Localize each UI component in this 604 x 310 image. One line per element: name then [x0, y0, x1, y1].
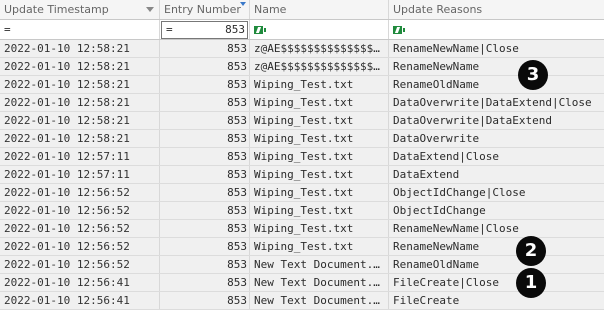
cell-update-reasons[interactable]: ObjectIdChange	[389, 202, 604, 219]
table-row[interactable]: 2022-01-10 12:56:52 853 New Text Document.…	[0, 256, 604, 274]
cell-name[interactable]: z@AE$$$$$$$$$$$$$$$$$$$$	[250, 40, 389, 57]
cell-name[interactable]: Wiping_Test.txt	[250, 130, 389, 147]
cell-timestamp[interactable]: 2022-01-10 12:56:52	[0, 256, 160, 273]
cell-name[interactable]: New Text Document.txt	[250, 274, 389, 291]
cell-timestamp[interactable]: 2022-01-10 12:57:11	[0, 166, 160, 183]
column-header-entry-number[interactable]: Entry Number	[160, 0, 250, 19]
cell-entry-number[interactable]: 853	[160, 40, 250, 57]
callout-marker-1: 1	[516, 268, 546, 298]
filter-entry-number-input[interactable]: = 853	[161, 21, 248, 39]
filter-entry-number[interactable]: = 853	[160, 20, 250, 39]
cell-timestamp[interactable]: 2022-01-10 12:58:21	[0, 58, 160, 75]
cell-timestamp[interactable]: 2022-01-10 12:58:21	[0, 76, 160, 93]
table-row[interactable]: 2022-01-10 12:57:11 853 Wiping_Test.txt Dat…	[0, 166, 604, 184]
cell-update-reasons[interactable]: RenameNewName|Close	[389, 220, 604, 237]
sort-descending-icon	[240, 2, 246, 6]
cell-timestamp[interactable]: 2022-01-10 12:56:52	[0, 202, 160, 219]
filter-row: = = 853	[0, 20, 604, 40]
column-header-name[interactable]: Name	[250, 0, 389, 19]
cell-entry-number[interactable]: 853	[160, 274, 250, 291]
cell-update-reasons[interactable]: DataOverwrite|DataExtend|Close	[389, 94, 604, 111]
cell-timestamp[interactable]: 2022-01-10 12:58:21	[0, 40, 160, 57]
cell-name[interactable]: Wiping_Test.txt	[250, 184, 389, 201]
cell-name[interactable]: New Text Document.txt	[250, 256, 389, 273]
cell-name[interactable]: Wiping_Test.txt	[250, 202, 389, 219]
cell-name[interactable]: Wiping_Test.txt	[250, 148, 389, 165]
cell-update-reasons[interactable]: RenameOldName	[389, 256, 604, 273]
table-row[interactable]: 2022-01-10 12:58:21 853 Wiping_Test.txt Dat…	[0, 112, 604, 130]
callout-marker-3: 3	[518, 60, 548, 90]
cell-name[interactable]: Wiping_Test.txt	[250, 94, 389, 111]
cell-entry-number[interactable]: 853	[160, 130, 250, 147]
cell-update-reasons[interactable]: RenameNewName	[389, 238, 604, 255]
filter-timestamp[interactable]: =	[0, 20, 160, 39]
cell-entry-number[interactable]: 853	[160, 202, 250, 219]
cell-update-reasons[interactable]: RenameNewName|Close	[389, 40, 604, 57]
filter-timestamp-operator[interactable]: =	[4, 23, 11, 36]
cell-timestamp[interactable]: 2022-01-10 12:58:21	[0, 94, 160, 111]
cell-timestamp[interactable]: 2022-01-10 12:58:21	[0, 112, 160, 129]
group-dropdown-icon[interactable]	[146, 7, 154, 12]
table-row[interactable]: 2022-01-10 12:58:21 853 z@AE$$$$$$$$$$$$$$…	[0, 58, 604, 76]
cell-timestamp[interactable]: 2022-01-10 12:56:52	[0, 220, 160, 237]
cell-update-reasons[interactable]: DataExtend	[389, 166, 604, 183]
column-header-row: Update Timestamp Entry Number Name Updat…	[0, 0, 604, 20]
cell-timestamp[interactable]: 2022-01-10 12:56:52	[0, 184, 160, 201]
table-row[interactable]: 2022-01-10 12:58:21 853 Wiping_Test.txt Dat…	[0, 94, 604, 112]
cell-name[interactable]: Wiping_Test.txt	[250, 238, 389, 255]
table-row[interactable]: 2022-01-10 12:56:41 853 New Text Document.…	[0, 292, 604, 310]
table-row[interactable]: 2022-01-10 12:56:52 853 Wiping_Test.txt Obj…	[0, 202, 604, 220]
filter-entry-number-operator[interactable]: =	[166, 22, 173, 38]
column-header-update-reasons[interactable]: Update Reasons	[389, 0, 604, 19]
filter-entry-number-value[interactable]: 853	[225, 22, 245, 38]
cell-entry-number[interactable]: 853	[160, 112, 250, 129]
table-row[interactable]: 2022-01-10 12:58:21 853 Wiping_Test.txt Dat…	[0, 130, 604, 148]
cell-update-reasons[interactable]: RenameNewName	[389, 58, 604, 75]
cell-name[interactable]: z@AE$$$$$$$$$$$$$$$$$$$$	[250, 58, 389, 75]
table-row[interactable]: 2022-01-10 12:56:52 853 Wiping_Test.txt Ren…	[0, 238, 604, 256]
excel-filter-icon[interactable]	[393, 26, 405, 34]
cell-name[interactable]: Wiping_Test.txt	[250, 112, 389, 129]
table-row[interactable]: 2022-01-10 12:58:21 853 Wiping_Test.txt Ren…	[0, 76, 604, 94]
column-header-entry-number-label: Entry Number	[164, 3, 241, 16]
usn-journal-grid: Update Timestamp Entry Number Name Updat…	[0, 0, 604, 310]
column-header-timestamp[interactable]: Update Timestamp	[0, 0, 160, 19]
cell-entry-number[interactable]: 853	[160, 184, 250, 201]
cell-entry-number[interactable]: 853	[160, 148, 250, 165]
cell-entry-number[interactable]: 853	[160, 166, 250, 183]
cell-entry-number[interactable]: 853	[160, 76, 250, 93]
table-row[interactable]: 2022-01-10 12:58:21 853 z@AE$$$$$$$$$$$$$$…	[0, 40, 604, 58]
cell-update-reasons[interactable]: ObjectIdChange|Close	[389, 184, 604, 201]
table-row[interactable]: 2022-01-10 12:56:41 853 New Text Document.…	[0, 274, 604, 292]
cell-name[interactable]: Wiping_Test.txt	[250, 76, 389, 93]
cell-entry-number[interactable]: 853	[160, 256, 250, 273]
column-header-update-reasons-label: Update Reasons	[393, 3, 483, 16]
callout-marker-2: 2	[516, 236, 546, 266]
table-row[interactable]: 2022-01-10 12:56:52 853 Wiping_Test.txt Ren…	[0, 220, 604, 238]
column-header-timestamp-label: Update Timestamp	[4, 3, 109, 16]
filter-name[interactable]	[250, 20, 389, 39]
cell-entry-number[interactable]: 853	[160, 94, 250, 111]
cell-entry-number[interactable]: 853	[160, 238, 250, 255]
cell-entry-number[interactable]: 853	[160, 58, 250, 75]
table-row[interactable]: 2022-01-10 12:56:52 853 Wiping_Test.txt Obj…	[0, 184, 604, 202]
cell-update-reasons[interactable]: FileCreate|Close	[389, 274, 604, 291]
cell-update-reasons[interactable]: DataOverwrite	[389, 130, 604, 147]
cell-timestamp[interactable]: 2022-01-10 12:56:41	[0, 274, 160, 291]
cell-update-reasons[interactable]: DataOverwrite|DataExtend	[389, 112, 604, 129]
cell-timestamp[interactable]: 2022-01-10 12:57:11	[0, 148, 160, 165]
cell-timestamp[interactable]: 2022-01-10 12:56:52	[0, 238, 160, 255]
cell-name[interactable]: Wiping_Test.txt	[250, 166, 389, 183]
column-header-name-label: Name	[254, 3, 287, 16]
filter-update-reasons[interactable]	[389, 20, 604, 39]
excel-filter-icon[interactable]	[254, 26, 266, 34]
table-row[interactable]: 2022-01-10 12:57:11 853 Wiping_Test.txt Dat…	[0, 148, 604, 166]
cell-update-reasons[interactable]: DataExtend|Close	[389, 148, 604, 165]
table-body: 2022-01-10 12:58:21 853 z@AE$$$$$$$$$$$$$$…	[0, 40, 604, 310]
cell-update-reasons[interactable]: RenameOldName	[389, 76, 604, 93]
cell-name[interactable]: Wiping_Test.txt	[250, 220, 389, 237]
cell-timestamp[interactable]: 2022-01-10 12:58:21	[0, 130, 160, 147]
cell-entry-number[interactable]: 853	[160, 220, 250, 237]
